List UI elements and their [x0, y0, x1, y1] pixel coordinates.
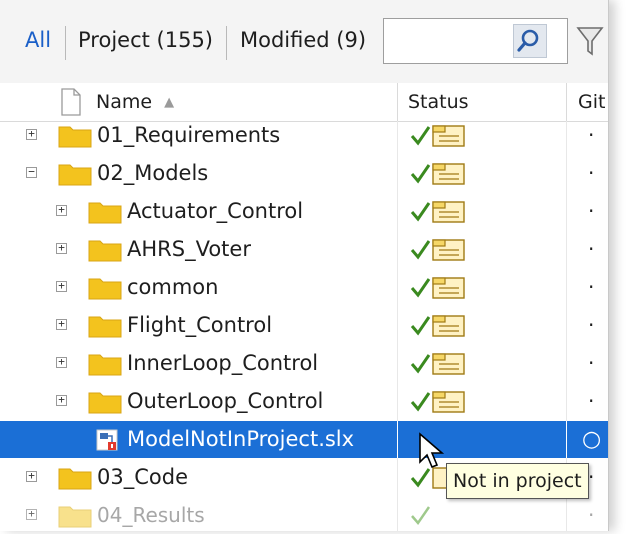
expand-icon[interactable]: +	[56, 280, 67, 292]
git-status: ·	[588, 237, 595, 261]
row-name: 02_Models	[97, 161, 209, 185]
folder-icon	[88, 240, 122, 262]
status-column-header[interactable]: Status	[408, 83, 469, 121]
git-status: ·	[588, 123, 595, 147]
filter-separator	[226, 26, 227, 60]
tree-row[interactable]: + 01_Requirements ·	[0, 117, 608, 154]
row-name: OuterLoop_Control	[127, 389, 324, 413]
row-name: common	[127, 275, 219, 299]
folder-icon	[58, 126, 92, 148]
row-name: AHRS_Voter	[127, 237, 251, 261]
row-name: 03_Code	[97, 465, 188, 489]
row-name: ModelNotInProject.slx	[127, 427, 355, 451]
filter-modified-tab[interactable]: Modified (9)	[240, 28, 366, 52]
search-button[interactable]	[513, 24, 547, 58]
expand-icon[interactable]: +	[56, 356, 67, 368]
git-status: ·	[588, 389, 595, 413]
file-type-icon	[61, 88, 81, 116]
git-status: ·	[588, 313, 595, 337]
expand-icon[interactable]: +	[56, 394, 67, 406]
git-status: ·	[588, 351, 595, 375]
expand-icon[interactable]: +	[56, 204, 67, 216]
in-project-status-icon	[410, 125, 465, 147]
row-name: 01_Requirements	[97, 123, 281, 147]
tree-row[interactable]: + AHRS_Voter ·	[0, 231, 608, 268]
tree-row[interactable]: + common ·	[0, 269, 608, 306]
tree-row[interactable]: + 04_Results ·	[0, 497, 608, 534]
sort-ascending-icon: ▲	[164, 95, 175, 110]
row-name: Flight_Control	[127, 313, 273, 337]
in-project-status-icon	[410, 315, 465, 337]
git-status: ·	[588, 275, 595, 299]
git-column-header[interactable]: Git	[578, 83, 605, 121]
expand-icon[interactable]: +	[26, 128, 37, 140]
git-not-tracked-icon: ○	[582, 427, 602, 452]
mouse-cursor-icon	[419, 432, 445, 469]
folder-icon	[58, 164, 92, 186]
tree-row[interactable]: + InnerLoop_Control ·	[0, 345, 608, 382]
column-divider[interactable]	[566, 83, 567, 121]
filter-button[interactable]	[575, 22, 605, 60]
in-project-status-icon	[410, 239, 465, 261]
expand-icon[interactable]: +	[26, 470, 37, 482]
tree-row[interactable]: + OuterLoop_Control ·	[0, 383, 608, 420]
row-name: Actuator_Control	[127, 199, 304, 223]
simulink-model-icon	[96, 429, 118, 451]
search-input[interactable]	[388, 25, 517, 57]
expand-icon[interactable]: +	[26, 508, 37, 520]
expand-icon[interactable]: +	[56, 242, 67, 254]
name-column-label: Name	[96, 91, 153, 113]
in-project-status-icon	[411, 506, 431, 526]
search-icon	[517, 29, 539, 52]
tree-row-selected[interactable]: ModelNotInProject.slx ○	[0, 421, 608, 458]
collapse-icon[interactable]: −	[26, 166, 37, 178]
folder-icon	[88, 392, 122, 414]
column-divider	[566, 421, 567, 458]
funnel-icon	[576, 27, 604, 56]
in-project-status-icon	[410, 277, 465, 299]
status-tooltip: Not in project	[446, 463, 589, 499]
folder-icon	[88, 316, 122, 338]
column-divider	[397, 421, 398, 458]
folder-icon	[58, 468, 92, 490]
in-project-status-icon	[410, 391, 465, 413]
filter-separator	[65, 26, 66, 60]
tree-row[interactable]: + Actuator_Control ·	[0, 193, 608, 230]
folder-icon	[88, 278, 122, 300]
row-name: InnerLoop_Control	[127, 351, 319, 375]
filter-bar: All Project (155) Modified (9)	[0, 0, 608, 84]
filter-project-tab[interactable]: Project (155)	[78, 28, 213, 52]
tree-row[interactable]: − 02_Models ·	[0, 155, 608, 192]
in-project-status-icon	[410, 201, 465, 223]
git-status: ·	[588, 161, 595, 185]
tree-row[interactable]: + Flight_Control ·	[0, 307, 608, 344]
folder-icon	[88, 202, 122, 224]
git-status: ·	[588, 503, 595, 527]
expand-icon[interactable]: +	[56, 318, 67, 330]
folder-icon	[88, 354, 122, 376]
row-name: 04_Results	[97, 503, 205, 527]
git-status: ·	[588, 465, 595, 489]
git-status: ·	[588, 199, 595, 223]
project-files-panel: All Project (155) Modified (9) Name ▲ St…	[0, 0, 609, 531]
filter-all-tab[interactable]: All	[25, 28, 51, 52]
folder-icon	[58, 506, 92, 528]
column-divider[interactable]	[397, 83, 398, 121]
in-project-status-icon	[410, 353, 465, 375]
name-column-header[interactable]: Name ▲	[96, 83, 174, 121]
in-project-status-icon	[410, 163, 465, 185]
